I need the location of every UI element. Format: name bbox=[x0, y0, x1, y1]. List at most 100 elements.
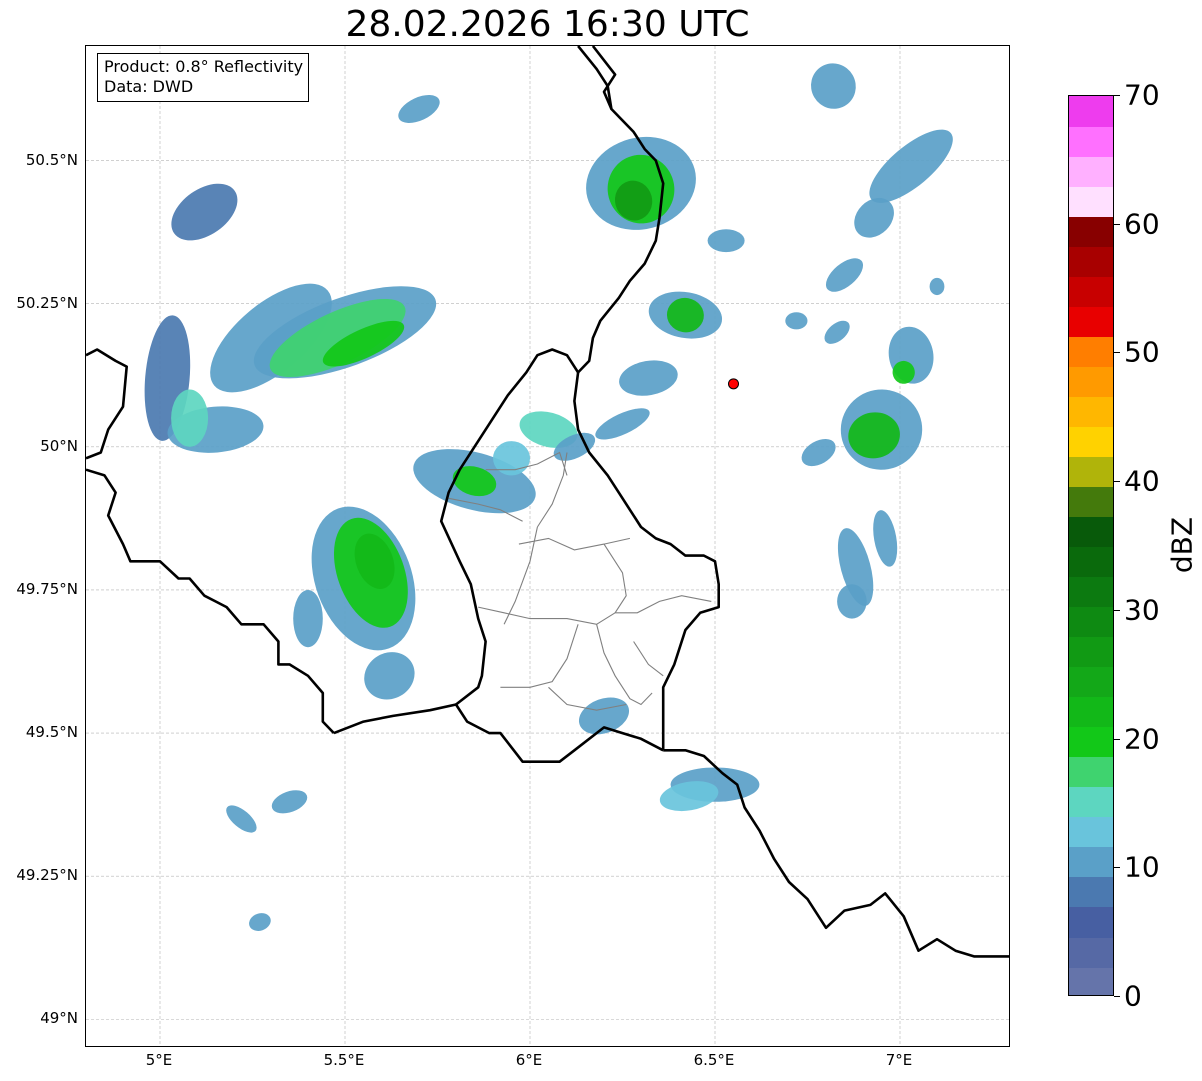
colorbar-segment bbox=[1069, 186, 1113, 217]
echo-cell bbox=[801, 438, 836, 467]
echo-cell bbox=[249, 913, 271, 931]
echo-cell bbox=[707, 229, 745, 253]
colorbar-segment bbox=[1069, 276, 1113, 307]
colorbar-segment bbox=[1069, 546, 1113, 578]
longitude-tick-label: 5.5°E bbox=[323, 1051, 365, 1069]
colorbar-segment bbox=[1069, 846, 1113, 878]
colorbar-segment bbox=[1069, 726, 1113, 758]
country-border bbox=[439, 348, 580, 706]
canton-border bbox=[596, 624, 653, 706]
colorbar-tick-label: 20 bbox=[1124, 722, 1160, 756]
latitude-tick-label: 49.5°N bbox=[25, 723, 78, 742]
radar-site-marker bbox=[728, 378, 739, 390]
colorbar-segment bbox=[1069, 426, 1113, 457]
canton-border bbox=[478, 606, 616, 625]
echo-cell bbox=[493, 441, 530, 476]
product-label: Product: 0.8° Reflectivity bbox=[104, 57, 304, 76]
echo-cell bbox=[171, 389, 209, 447]
country-borders bbox=[86, 46, 1009, 958]
echo-cell bbox=[873, 510, 898, 567]
colorbar-tick-label: 40 bbox=[1124, 464, 1160, 498]
colorbar-segment bbox=[1069, 756, 1113, 788]
echo-cell bbox=[825, 258, 864, 292]
echo-cell bbox=[869, 129, 953, 203]
colorbar-tick-mark bbox=[1114, 95, 1120, 96]
latitude-tick-label: 50.5°N bbox=[25, 150, 78, 169]
map-canvas bbox=[86, 46, 1009, 1046]
latitude-tick-label: 50°N bbox=[40, 436, 78, 455]
echo-cell bbox=[929, 277, 945, 296]
colorbar bbox=[1068, 95, 1114, 996]
echo-cell bbox=[619, 360, 678, 396]
colorbar-unit-label: dBZ bbox=[1165, 516, 1199, 574]
colorbar-segment bbox=[1069, 576, 1113, 608]
longitude-tick-label: 6.5°E bbox=[693, 1051, 735, 1069]
colorbar-segment bbox=[1069, 606, 1113, 638]
colorbar-tick-label: 10 bbox=[1124, 850, 1160, 884]
country-border bbox=[573, 372, 721, 751]
echo-cell bbox=[398, 94, 440, 123]
colorbar-segment bbox=[1069, 966, 1113, 995]
colorbar-segment bbox=[1069, 366, 1113, 397]
country-border bbox=[591, 46, 617, 110]
echo-cell bbox=[171, 183, 238, 241]
colorbar-tick-mark bbox=[1114, 738, 1120, 740]
radar-figure: 28.02.2026 16:30 UTC Product: 0.8° Refle… bbox=[0, 0, 1202, 1081]
canton-border bbox=[633, 641, 664, 677]
echo-cell bbox=[226, 805, 257, 833]
colorbar-tick-mark bbox=[1114, 223, 1120, 225]
reflectivity-echoes bbox=[144, 63, 953, 931]
colorbar-segment bbox=[1069, 96, 1113, 127]
colorbar-segment bbox=[1069, 876, 1113, 908]
map-frame bbox=[85, 45, 1010, 1047]
canton-border bbox=[615, 595, 712, 614]
latitude-tick-label: 49°N bbox=[40, 1009, 78, 1028]
map-title: 28.02.2026 16:30 UTC bbox=[345, 4, 750, 45]
colorbar-tick-label: 30 bbox=[1124, 593, 1160, 627]
colorbar-tick-mark bbox=[1114, 996, 1120, 997]
data-source-label: Data: DWD bbox=[104, 77, 194, 96]
colorbar-segment bbox=[1069, 786, 1113, 818]
colorbar-tick-mark bbox=[1114, 352, 1120, 354]
colorbar-segment bbox=[1069, 906, 1113, 938]
latitude-tick-label: 50.25°N bbox=[16, 293, 78, 312]
colorbar-segment bbox=[1069, 936, 1113, 968]
canton-border bbox=[603, 543, 627, 614]
colorbar-segment bbox=[1069, 696, 1113, 728]
colorbar-segment bbox=[1069, 816, 1113, 848]
colorbar-segment bbox=[1069, 666, 1113, 698]
canton-border bbox=[500, 624, 579, 688]
colorbar-segment bbox=[1069, 336, 1113, 367]
country-border bbox=[86, 348, 129, 460]
colorbar-segment bbox=[1069, 306, 1113, 337]
colorbar-segment bbox=[1069, 516, 1113, 548]
longitude-tick-label: 5°E bbox=[145, 1051, 173, 1069]
echo-cell bbox=[824, 320, 850, 344]
echo-cell bbox=[271, 790, 308, 814]
latitude-tick-label: 49.75°N bbox=[16, 579, 78, 598]
colorbar-segment bbox=[1069, 636, 1113, 668]
longitude-tick-label: 7°E bbox=[885, 1051, 913, 1069]
echo-cell bbox=[293, 589, 323, 648]
markers bbox=[728, 378, 739, 390]
colorbar-tick-mark bbox=[1114, 481, 1120, 483]
colorbar-segment bbox=[1069, 156, 1113, 187]
colorbar-segment bbox=[1069, 216, 1113, 247]
colorbar-segment bbox=[1069, 396, 1113, 427]
latitude-tick-label: 49.25°N bbox=[16, 866, 78, 885]
echo-cell bbox=[837, 584, 867, 619]
colorbar-segment bbox=[1069, 486, 1113, 518]
colorbar-tick-mark bbox=[1114, 609, 1120, 611]
echo-cell bbox=[785, 312, 808, 330]
colorbar-tick-label: 0 bbox=[1124, 979, 1142, 1013]
canton-border bbox=[536, 452, 568, 528]
colorbar-segment bbox=[1069, 246, 1113, 277]
colorbar-tick-label: 50 bbox=[1124, 335, 1160, 369]
colorbar-tick-label: 70 bbox=[1124, 78, 1160, 112]
colorbar-segment bbox=[1069, 456, 1113, 488]
colorbar-segment bbox=[1069, 126, 1113, 157]
canton-border bbox=[518, 537, 631, 551]
echo-cell bbox=[595, 408, 650, 440]
echo-cell bbox=[811, 63, 856, 109]
colorbar-tick-label: 60 bbox=[1124, 207, 1160, 241]
